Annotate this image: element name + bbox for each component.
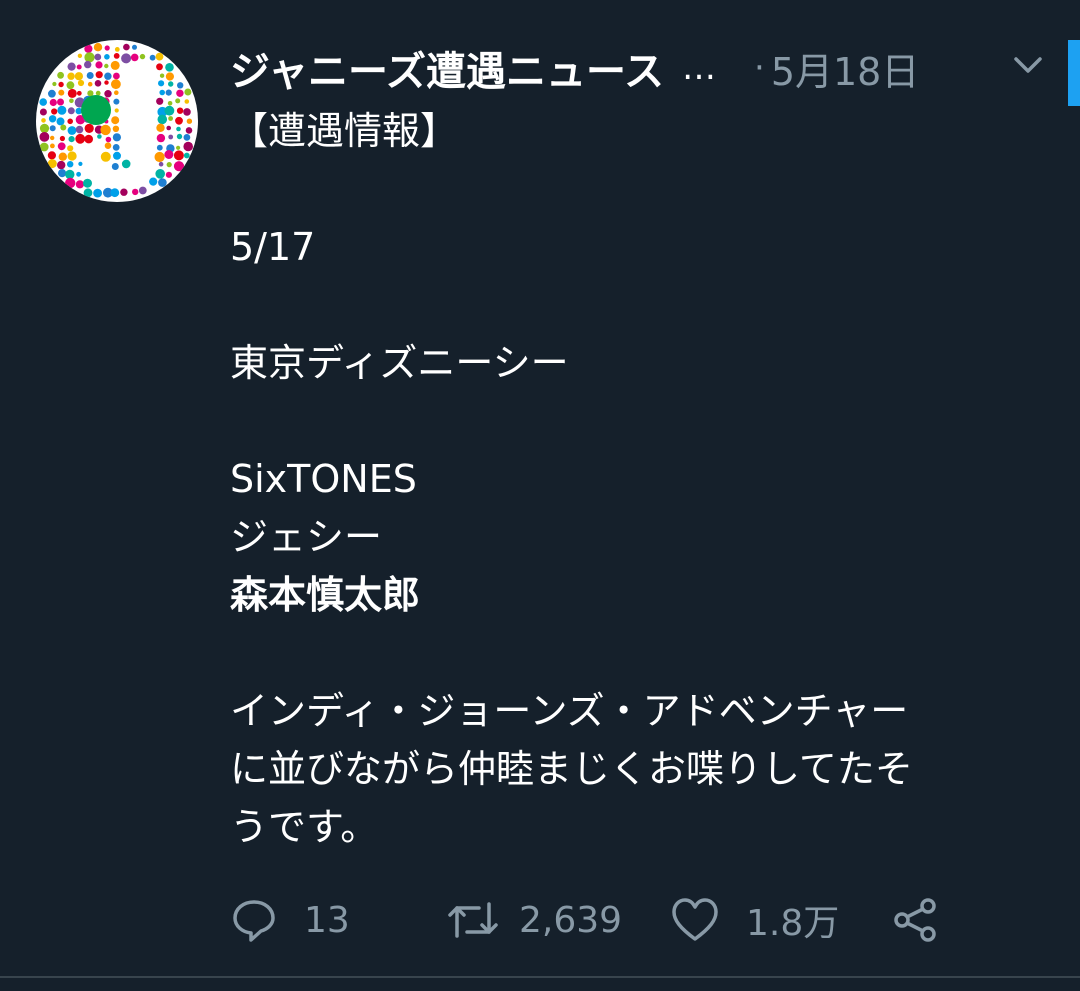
reply-icon [233,900,275,942]
text-line [230,624,1060,682]
separator: · [754,48,765,88]
text-line: インディ・ジョーンズ・アドベンチャー [230,689,909,733]
text-line: 東京ディズニーシー [230,341,569,385]
chevron-down-icon[interactable] [1010,50,1046,80]
retweet-button[interactable]: 2,639 [445,890,622,950]
text-line [230,160,1060,218]
like-count: 1.8万 [746,903,840,944]
text-line [230,392,1060,450]
text-line [230,276,1060,334]
text-line: に並びながら仲睦まじくお喋りしてたそ [230,747,913,791]
retweet-icon [448,902,498,938]
tweet-text: 【遭遇情報】 5/17 東京ディズニーシー SixTONES ジェシー 森本慎太… [230,102,1060,856]
text-line: ジェシー [230,515,383,559]
text-line: うです。 [230,805,379,849]
text-line: 【遭遇情報】 [230,109,459,153]
avatar-logo [39,43,193,198]
scroll-indicator [1068,40,1080,106]
text-line: SixTONES [230,457,417,501]
tweet-header: ジャニーズ遭遇ニュース … · 5月18日 [230,38,1080,98]
text-line: 森本慎太郎 [230,573,421,617]
tweet-actions: 13 2,639 1.8万 [230,890,990,950]
reply-count: 13 [304,899,350,941]
author-name[interactable]: ジャニーズ遭遇ニュース [230,39,664,97]
reply-button[interactable]: 13 [230,890,350,950]
avatar[interactable] [36,40,198,202]
heart-icon [672,898,718,941]
divider [0,976,1080,978]
name-ellipsis: … [682,48,718,88]
like-button[interactable]: 1.8万 [670,890,839,950]
share-button[interactable] [890,890,940,950]
share-icon [894,898,936,942]
tweet-date[interactable]: 5月18日 [771,41,920,96]
retweet-count: 2,639 [519,899,623,941]
text-line: 5/17 [230,225,316,269]
